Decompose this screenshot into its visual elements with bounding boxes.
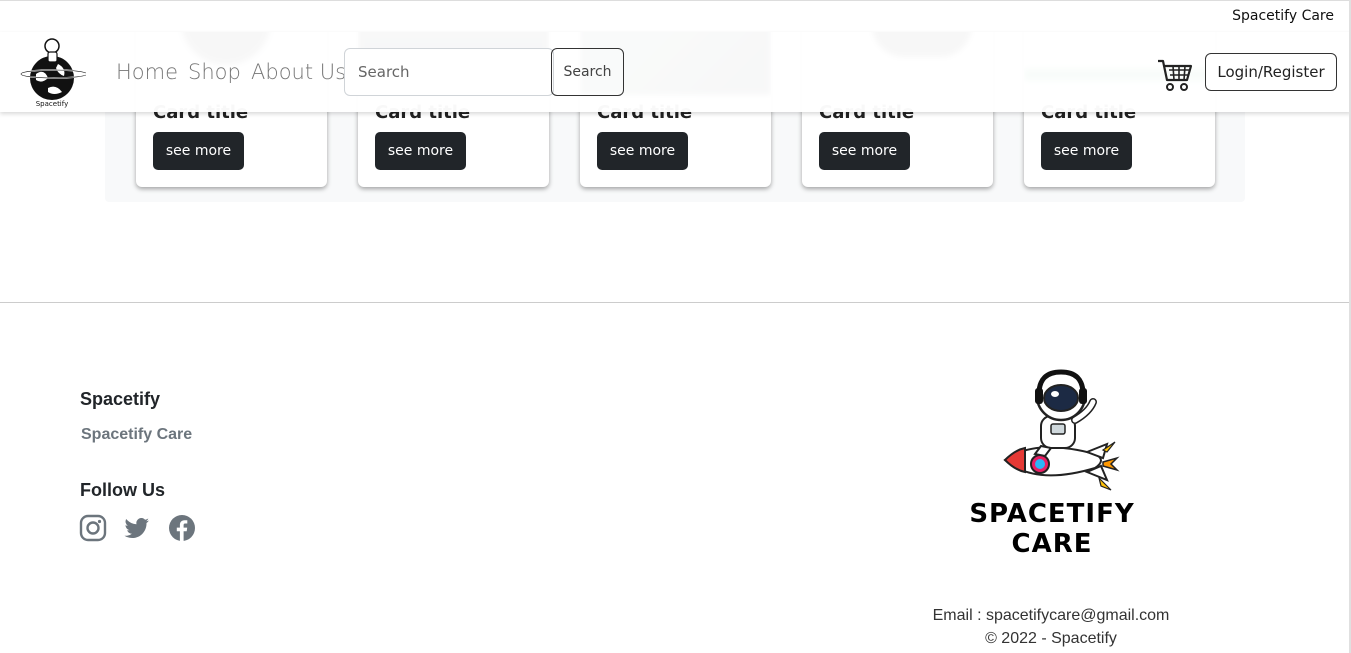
spacetify-logo[interactable]: Spacetify xyxy=(18,34,86,110)
astronaut-rocket-illustration xyxy=(1003,369,1120,491)
facebook-icon[interactable] xyxy=(168,514,196,542)
see-more-button[interactable]: see more xyxy=(819,132,910,170)
nav-about-us[interactable]: About Us xyxy=(251,60,346,84)
search-button[interactable]: Search xyxy=(551,48,624,96)
footer-follow-title: Follow Us xyxy=(80,480,165,500)
see-more-button[interactable]: see more xyxy=(375,132,466,170)
footer-brand-title: Spacetify xyxy=(80,389,161,409)
see-more-button[interactable]: see more xyxy=(153,132,244,170)
see-more-button[interactable]: see more xyxy=(597,132,688,170)
footer-email: Email : spacetifycare@gmail.com xyxy=(932,607,1170,624)
top-strip: Spacetify Care xyxy=(0,0,1351,32)
nav-shop[interactable]: Shop xyxy=(188,60,241,84)
logo-caption: Spacetify xyxy=(36,100,69,108)
footer-copyright: © 2022 - Spacetify xyxy=(985,630,1117,647)
login-register-button[interactable]: Login/Register xyxy=(1205,53,1337,91)
navbar: Spacetify Home Shop About Us Search Logi… xyxy=(0,32,1351,112)
shopping-cart-icon[interactable] xyxy=(1157,56,1193,92)
see-more-button[interactable]: see more xyxy=(1041,132,1132,170)
footer-divider xyxy=(0,302,1351,303)
nav-home[interactable]: Home xyxy=(116,60,178,84)
search-input[interactable] xyxy=(344,48,554,96)
footer-brand-link[interactable]: Spacetify Care xyxy=(81,426,192,444)
twitter-icon[interactable] xyxy=(123,514,151,542)
instagram-icon[interactable] xyxy=(79,514,107,542)
footer-logo-text: SPACETIFY CARE xyxy=(969,499,1135,559)
top-brand-text: Spacetify Care xyxy=(1232,8,1334,24)
